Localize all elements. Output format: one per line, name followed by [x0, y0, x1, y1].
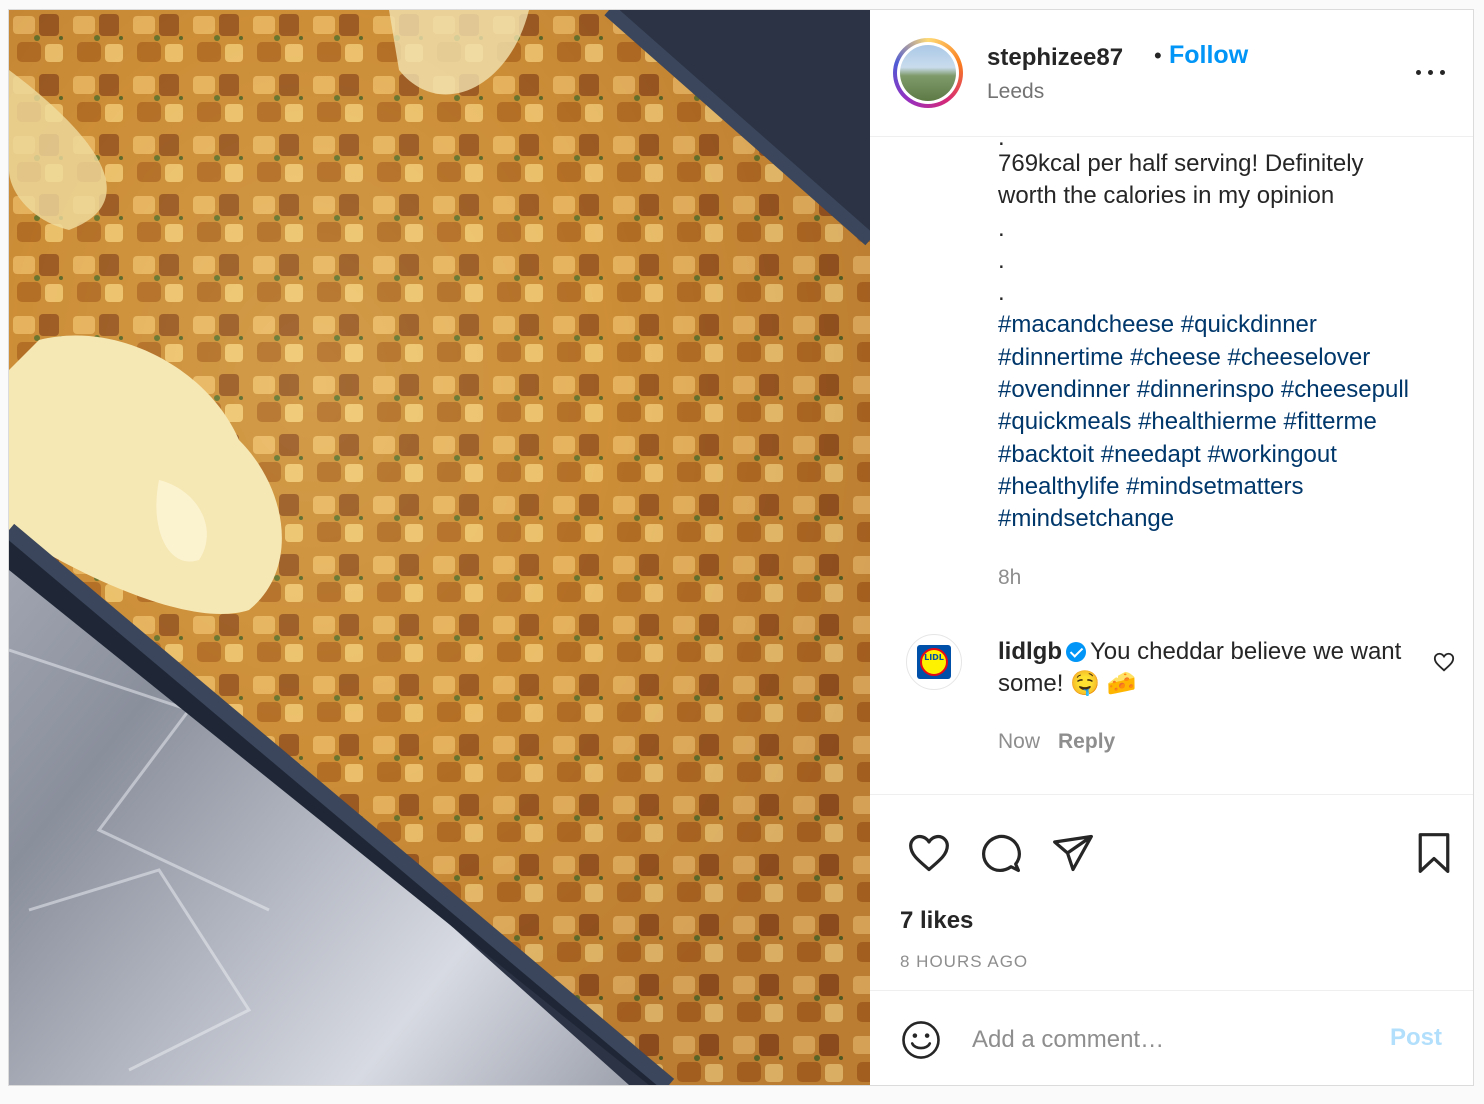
- post-comment-button[interactable]: Post: [1390, 1024, 1442, 1052]
- comment-meta: Now Reply: [998, 730, 1115, 754]
- posted-time[interactable]: 8 HOURS AGO: [900, 952, 1028, 972]
- avatar[interactable]: [893, 38, 963, 108]
- hashtag-line[interactable]: #quickmeals #healthierme #fitterme: [998, 406, 1458, 438]
- caption-timestamp[interactable]: 8h: [998, 566, 1021, 590]
- share-send-icon[interactable]: [1051, 831, 1095, 875]
- lidl-logo-text: LIDL: [924, 653, 944, 662]
- more-options-icon[interactable]: [1416, 62, 1448, 82]
- comment-like-heart-icon[interactable]: [1433, 651, 1455, 673]
- caption-line: .: [998, 128, 1005, 148]
- lidl-logo: LIDL: [917, 645, 951, 679]
- emoji-smiley-icon[interactable]: [900, 1019, 942, 1061]
- caption-line: .: [998, 279, 1005, 307]
- hashtag-line[interactable]: #macandcheese #quickdinner: [998, 309, 1458, 341]
- comment-username[interactable]: lidlgb: [998, 638, 1062, 665]
- post-location[interactable]: Leeds: [987, 80, 1044, 104]
- separator-dot: •: [1154, 43, 1162, 68]
- hashtag-line[interactable]: #dinnertime #cheese #cheeselover: [998, 342, 1458, 374]
- post-username[interactable]: stephizee87: [987, 44, 1123, 72]
- hashtag-line[interactable]: #backtoit #needapt #workingout: [998, 439, 1458, 471]
- comment-time: Now: [998, 730, 1041, 753]
- comment-body: lidlgb You cheddar believe we want some! …: [998, 636, 1418, 700]
- comment-bubble-icon[interactable]: [979, 831, 1023, 875]
- caption-line: worth the calories in my opinion: [998, 182, 1335, 210]
- instagram-post: stephizee87 • Follow Leeds . 769kcal per…: [8, 9, 1474, 1086]
- verified-badge-icon: [1065, 642, 1086, 662]
- avatar-image: [900, 45, 956, 101]
- bookmark-save-icon[interactable]: [1412, 831, 1456, 875]
- post-side-panel: stephizee87 • Follow Leeds . 769kcal per…: [870, 10, 1473, 1085]
- post-header: stephizee87 • Follow Leeds: [870, 10, 1473, 137]
- reply-button[interactable]: Reply: [1058, 730, 1115, 753]
- hashtag-line[interactable]: #ovendinner #dinnerinspo #cheesepull: [998, 374, 1458, 406]
- caption-line: .: [998, 246, 1005, 274]
- add-comment-bar: Post: [870, 990, 1473, 1085]
- comment-avatar[interactable]: LIDL: [906, 634, 962, 690]
- caption-line: .: [998, 214, 1005, 242]
- post-actions: 7 likes 8 HOURS AGO: [870, 794, 1473, 990]
- food-photo: [9, 10, 870, 1085]
- hashtag-line[interactable]: #mindsetchange: [998, 503, 1458, 535]
- like-heart-icon[interactable]: [907, 831, 951, 875]
- likes-count[interactable]: 7 likes: [900, 907, 973, 935]
- caption-line: 769kcal per half serving! Definitely: [998, 150, 1364, 177]
- post-image[interactable]: [9, 10, 870, 1085]
- follow-button[interactable]: Follow: [1169, 41, 1248, 70]
- comment-input[interactable]: [970, 1017, 1374, 1063]
- post-caption: . 769kcal per half serving! Definitely w…: [998, 128, 1458, 536]
- hashtag-line[interactable]: #healthylife #mindsetmatters: [998, 471, 1458, 503]
